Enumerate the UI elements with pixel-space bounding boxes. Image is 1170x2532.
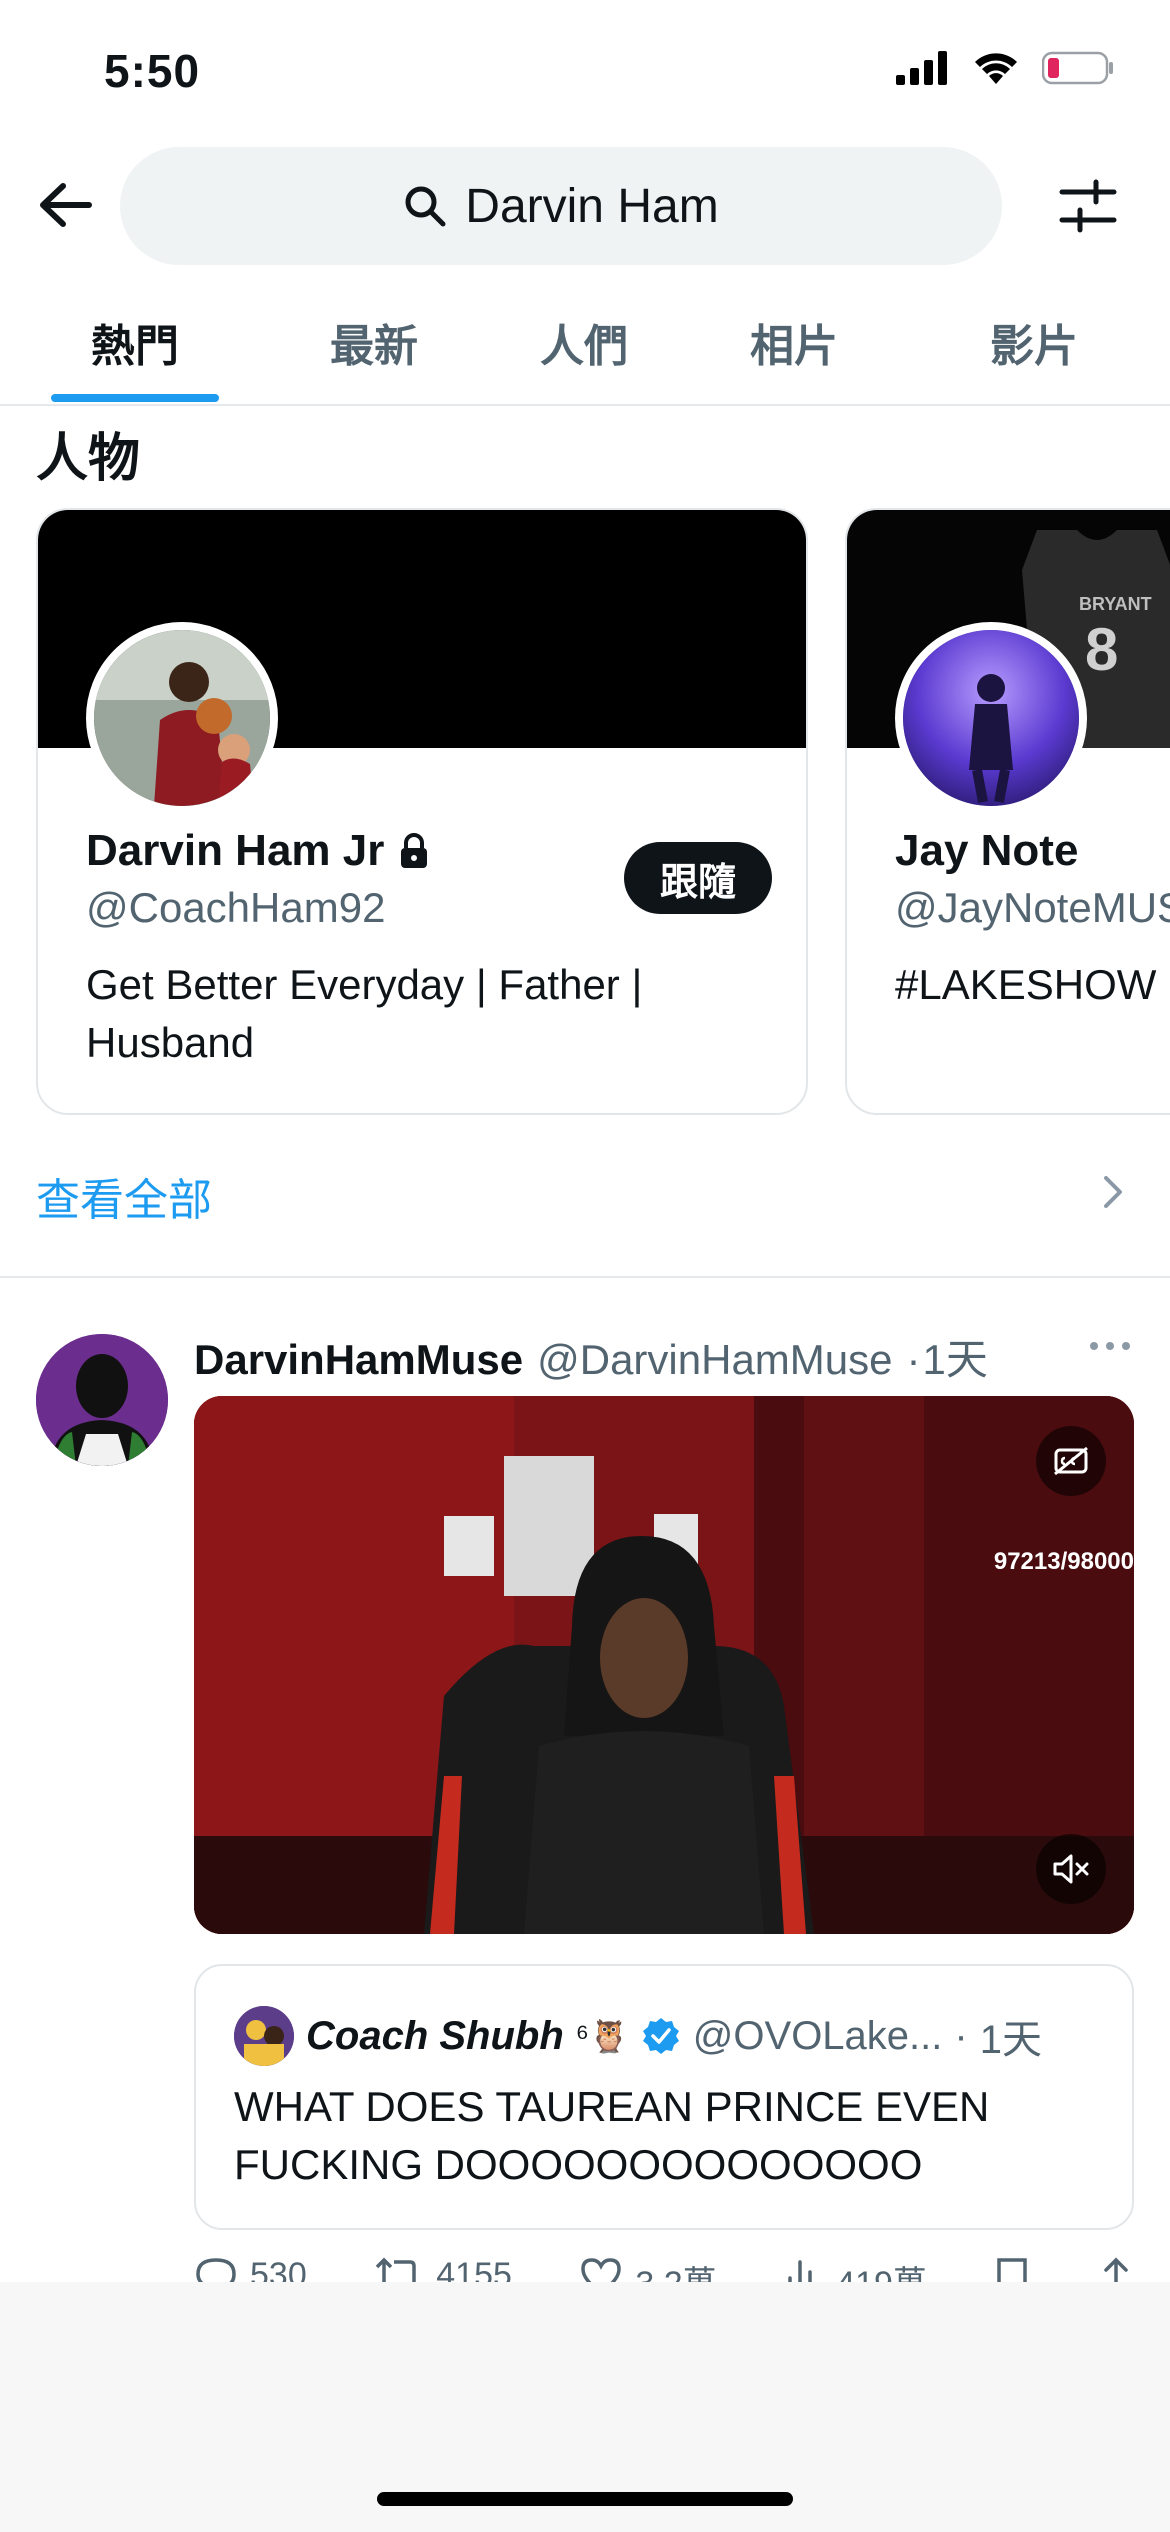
user-card-darvin-ham-jr[interactable]: Darvin Ham Jr @CoachHam92 Get Better Eve… (36, 508, 808, 1115)
status-time: 5:50 (104, 45, 201, 97)
avatar-photo (903, 630, 1079, 806)
back-button[interactable] (30, 170, 100, 240)
quoted-author-name-suffix: ⁶🦉 (575, 2018, 629, 2054)
volume-muted-icon (1053, 1854, 1089, 1884)
avatar[interactable] (895, 622, 1087, 814)
avatar-photo (234, 2006, 294, 2066)
chevron-right-icon[interactable] (1098, 1172, 1128, 1212)
search-query: Darvin Ham (465, 179, 719, 233)
verified-badge-icon (642, 2018, 679, 2054)
avatar-photo (36, 1334, 168, 1466)
quoted-author-name: Coach Shubh (306, 2013, 564, 2058)
tab-active-indicator (51, 394, 219, 402)
tweet-header: DarvinHamMuse @DarvinHamMuse · 1天 (194, 1326, 988, 1387)
captions-button[interactable] (1036, 1426, 1106, 1496)
captions-off-icon (1054, 1446, 1088, 1476)
stream-viewer-count: 97213/98000 (993, 1548, 1134, 1575)
svg-text:8: 8 (1085, 616, 1118, 683)
section-divider (0, 1276, 1170, 1278)
quoted-separator: · (954, 2013, 968, 2058)
quoted-tweet-header: Coach Shubh ⁶🦉 @OVOLake... · 1天 (234, 2006, 1042, 2066)
user-name: Darvin Ham Jr (86, 826, 430, 876)
tweet-video[interactable]: 97213/98000 (194, 1396, 1134, 1934)
search-icon (405, 186, 446, 227)
quoted-author-avatar (234, 2006, 294, 2066)
see-all-link[interactable]: 查看全部 (36, 1164, 212, 1228)
tab-people[interactable]: 人們 (540, 310, 628, 374)
sliders-icon (1059, 179, 1117, 233)
video-frame (194, 1396, 1134, 1934)
quoted-tweet[interactable]: Coach Shubh ⁶🦉 @OVOLake... · 1天 WHAT DOE… (194, 1964, 1134, 2230)
user-bio: Get Better Everyday | Father | Husband (86, 961, 643, 1066)
search-tabs: 熱門 最新 人們 相片 影片 (0, 290, 1170, 406)
avatar-photo (94, 630, 270, 806)
user-handle: @CoachHam92 (86, 884, 386, 931)
status-bar: 5:50 (0, 0, 1170, 140)
tweet-author-avatar[interactable] (36, 1334, 168, 1466)
mute-button[interactable] (1036, 1834, 1106, 1904)
tweet-author-name[interactable]: DarvinHamMuse (194, 1336, 523, 1384)
user-card-jay-note[interactable]: BRYANT 8 Jay Note @JayNoteMUS #LAKESHOW (845, 508, 1170, 1115)
user-name: Jay Note (895, 826, 1079, 875)
user-bio: #LAKESHOW (895, 961, 1157, 1008)
quoted-time: 1天 (979, 2018, 1042, 2062)
quoted-author-handle: @OVOLake... (692, 2013, 943, 2058)
arrow-left-icon (40, 183, 92, 227)
tweet-time: 1天 (922, 1336, 988, 1383)
user-name-text: Darvin Ham Jr (86, 826, 385, 875)
tab-top[interactable]: 熱門 (91, 310, 179, 374)
wifi-icon (975, 53, 1017, 84)
quoted-tweet-text: WHAT DOES TAUREAN PRINCE EVEN FUCKING DO… (234, 2083, 990, 2188)
search-results-screen: 5:50 Darvin Ham 熱門 最新 人們 相片 影片 人物 Darvin… (0, 0, 1170, 2532)
people-section-title: 人物 (36, 430, 141, 488)
more-options-icon[interactable] (1088, 1336, 1132, 1356)
search-input[interactable]: Darvin Ham (120, 147, 1002, 265)
cellular-signal-icon (896, 51, 947, 85)
follow-button[interactable]: 跟隨 (623, 842, 772, 914)
tweet-separator: · (906, 1336, 921, 1383)
lock-icon (401, 833, 428, 868)
status-icons (896, 50, 1114, 86)
avatar[interactable] (86, 622, 278, 814)
user-handle: @JayNoteMUS (895, 884, 1170, 931)
jersey-text: BRYANT (1079, 594, 1152, 614)
home-indicator[interactable] (377, 2492, 793, 2506)
search-filter-button[interactable] (1052, 170, 1124, 242)
tab-latest[interactable]: 最新 (330, 310, 418, 374)
battery-low-icon (1042, 51, 1113, 85)
tab-photos[interactable]: 相片 (750, 310, 838, 374)
tweet-author-handle[interactable]: @DarvinHamMuse (537, 1336, 892, 1384)
tab-videos[interactable]: 影片 (990, 310, 1078, 374)
